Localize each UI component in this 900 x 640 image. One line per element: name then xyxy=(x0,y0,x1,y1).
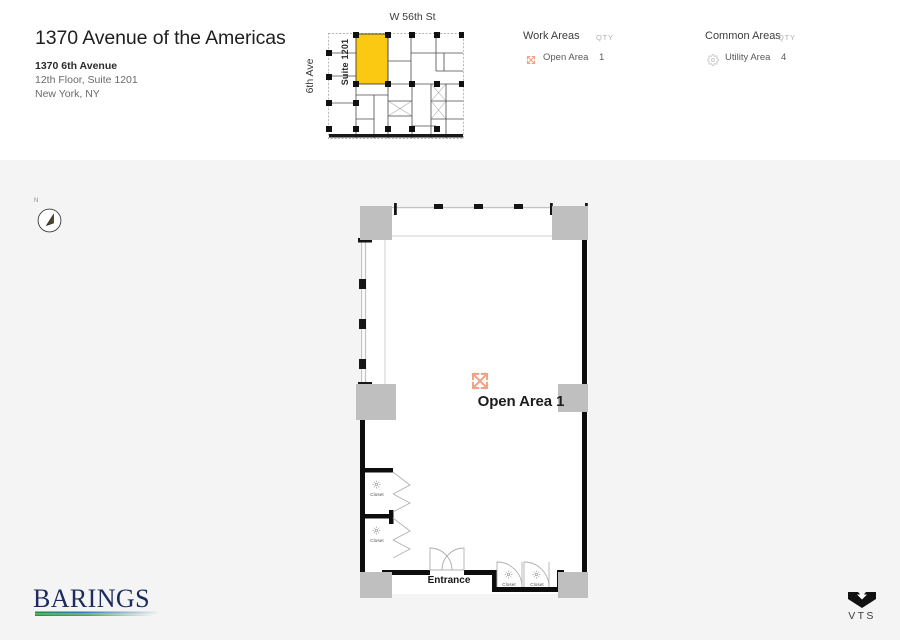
column-bottom-right xyxy=(558,572,588,598)
legend-open-area-label: Open Area xyxy=(543,52,589,63)
legend-utility-area-label: Utility Area xyxy=(725,52,771,63)
legend-utility-area-qty: 4 xyxy=(781,52,787,63)
compass-north-label: N xyxy=(34,198,39,204)
vts-wordmark: VTS xyxy=(848,610,876,622)
address-line-1: 1370 6th Avenue xyxy=(35,60,118,72)
closet-label: Closet xyxy=(370,492,384,497)
room-label-open-area-1: Open Area 1 xyxy=(477,393,565,410)
column-bottom-left xyxy=(360,572,392,598)
legend-work-areas-qty-header: QTY xyxy=(596,33,614,42)
legend-work-areas-title: Work Areas xyxy=(523,30,580,42)
compass-icon xyxy=(37,208,62,233)
floorplan-drawing[interactable]: Open Area 1 Entrance Closet Closet Close… xyxy=(352,196,600,602)
key-plan-street-top-label: W 56th St xyxy=(389,11,436,23)
open-area-icon xyxy=(525,53,537,65)
header-bar: 1370 Avenue of the Americas 1370 6th Ave… xyxy=(0,0,900,160)
page-title: 1370 Avenue of the Americas xyxy=(35,27,286,49)
legend-common-areas-title: Common Areas xyxy=(705,30,781,42)
address-line-2: 12th Floor, Suite 1201 xyxy=(35,74,138,86)
closet-label: Closet xyxy=(530,582,544,587)
column-top-right xyxy=(552,206,588,240)
barings-logo-icon: BARINGS xyxy=(33,584,157,616)
barings-logo: BARINGS xyxy=(33,584,159,620)
column-top-left xyxy=(360,206,392,240)
title-block: 1370 Avenue of the Americas 1370 6th Ave… xyxy=(35,26,295,101)
key-plan-suite-label: Suite 1201 xyxy=(340,38,350,86)
address-line-3: New York, NY xyxy=(35,88,100,100)
barings-wordmark: BARINGS xyxy=(33,586,150,613)
gear-icon xyxy=(707,53,719,66)
key-plan-street-left-label: 6th Ave xyxy=(304,58,316,94)
compass-rose[interactable] xyxy=(37,208,62,233)
closet-label: Closet xyxy=(370,538,384,543)
key-plan[interactable]: W 56th St 6th Ave Suite 1201 xyxy=(300,8,490,148)
legend-common-areas-qty-header: QTY xyxy=(778,33,796,42)
legend-open-area-qty: 1 xyxy=(599,52,605,63)
vts-logo-icon: VTS xyxy=(848,592,876,622)
vts-logo: VTS xyxy=(840,586,884,622)
key-plan-canvas: Suite 1201 xyxy=(326,31,466,141)
column-mid-left xyxy=(356,384,396,420)
